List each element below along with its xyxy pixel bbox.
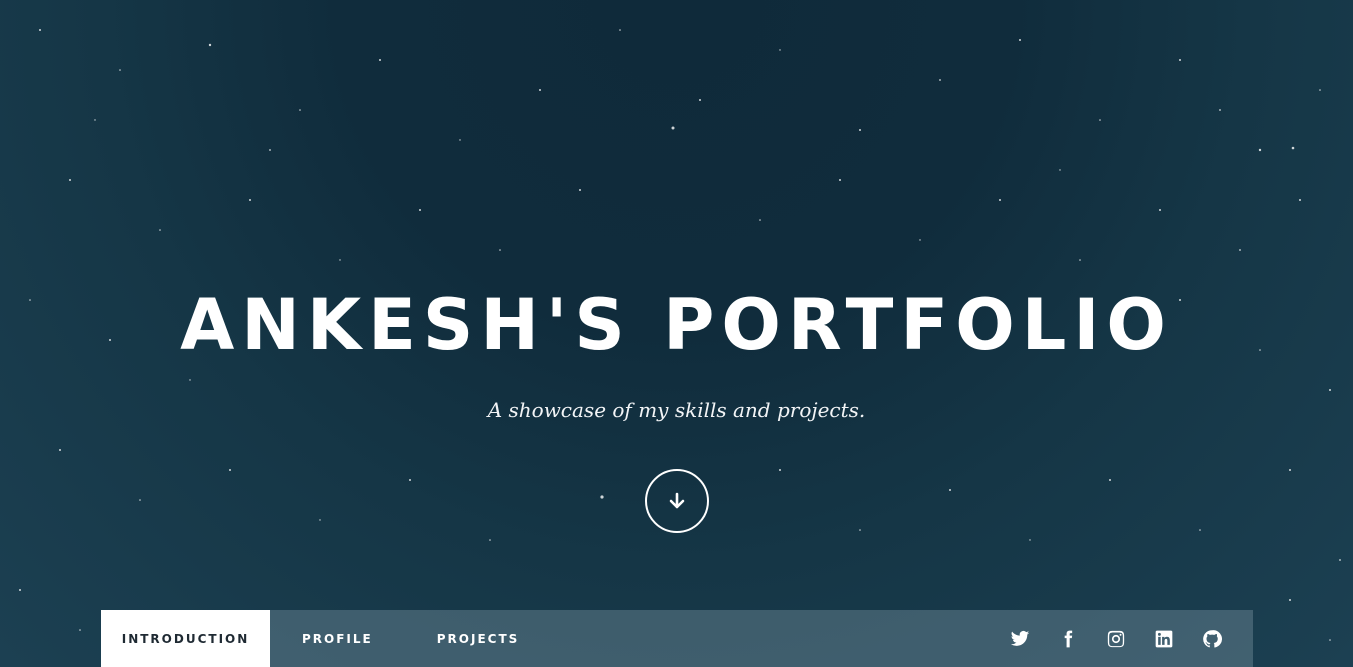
linkedin-link[interactable] xyxy=(1153,628,1175,650)
nav-tab-label: PROFILE xyxy=(302,631,373,646)
github-link[interactable] xyxy=(1201,628,1223,650)
nav-tab-profile[interactable]: PROFILE xyxy=(270,610,405,667)
twitter-icon xyxy=(1010,630,1030,646)
hero-section: ANKESH'S PORTFOLIO A showcase of my skil… xyxy=(0,0,1353,667)
linkedin-icon xyxy=(1155,630,1173,647)
nav-tab-projects[interactable]: PROJECTS xyxy=(405,610,552,667)
main-navigation: INTRODUCTION PROFILE PROJECTS xyxy=(101,610,1253,667)
github-icon xyxy=(1203,629,1222,648)
nav-tab-label: INTRODUCTION xyxy=(121,631,250,646)
nav-tab-label: PROJECTS xyxy=(436,631,520,646)
facebook-icon xyxy=(1064,630,1073,647)
instagram-link[interactable] xyxy=(1105,628,1127,650)
social-links xyxy=(983,610,1253,667)
scroll-down-button[interactable] xyxy=(645,469,709,533)
page-subtitle: A showcase of my skills and projects. xyxy=(487,398,866,422)
page-title: ANKESH'S PORTFOLIO xyxy=(180,284,1173,366)
arrow-down-icon xyxy=(669,492,685,509)
twitter-link[interactable] xyxy=(1009,628,1031,650)
nav-tab-introduction[interactable]: INTRODUCTION xyxy=(101,610,270,667)
instagram-icon xyxy=(1107,630,1125,647)
facebook-link[interactable] xyxy=(1057,628,1079,650)
